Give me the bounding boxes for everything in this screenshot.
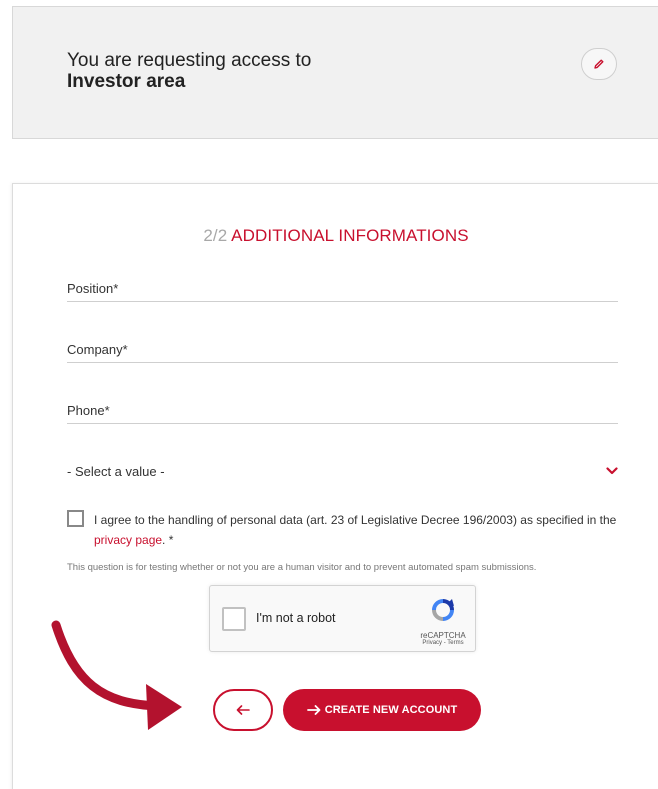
edit-area-button[interactable] xyxy=(581,48,617,80)
recaptcha-logo: reCAPTCHA Privacy - Terms xyxy=(420,595,466,646)
create-account-label: CREATE NEW ACCOUNT xyxy=(324,704,458,716)
recaptcha-icon xyxy=(432,599,454,621)
access-request-card: You are requesting access to Investor ar… xyxy=(12,6,658,139)
back-button[interactable] xyxy=(213,689,273,731)
recaptcha-label: I'm not a robot xyxy=(256,611,336,625)
access-request-area: Investor area xyxy=(67,71,186,92)
recaptcha-terms-link[interactable]: Privacy - Terms xyxy=(420,640,466,646)
consent-required-mark: . * xyxy=(162,533,174,547)
position-label: Position* xyxy=(67,281,119,296)
access-request-text: You are requesting access to Investor ar… xyxy=(67,50,311,92)
select-value: - Select a value - xyxy=(67,464,165,479)
privacy-consent-text: I agree to the handling of personal data… xyxy=(94,510,627,550)
consent-text-before: I agree to the handling of personal data… xyxy=(94,513,617,527)
create-account-button[interactable]: CREATE NEW ACCOUNT xyxy=(283,689,481,731)
phone-field[interactable]: Phone* xyxy=(67,403,618,424)
spam-note: This question is for testing whether or … xyxy=(67,562,537,573)
recaptcha-brand: reCAPTCHA xyxy=(420,631,466,640)
arrow-left-icon xyxy=(236,705,250,715)
step-heading: 2/2 ADDITIONAL INFORMATIONS xyxy=(13,226,658,246)
value-select[interactable]: - Select a value - xyxy=(67,464,618,482)
privacy-consent-checkbox[interactable] xyxy=(67,510,84,527)
position-field[interactable]: Position* xyxy=(67,281,618,302)
arrow-right-icon xyxy=(306,705,321,715)
recaptcha-checkbox[interactable] xyxy=(222,607,246,631)
company-label: Company* xyxy=(67,342,128,357)
chevron-down-icon xyxy=(606,467,618,475)
step-number: 2/2 xyxy=(203,226,228,245)
step-title: ADDITIONAL INFORMATIONS xyxy=(231,226,469,245)
company-field[interactable]: Company* xyxy=(67,342,618,363)
access-request-prefix: You are requesting access to xyxy=(67,50,312,71)
phone-label: Phone* xyxy=(67,403,110,418)
pencil-icon xyxy=(594,59,604,69)
privacy-page-link[interactable]: privacy page xyxy=(94,533,162,547)
registration-form: 2/2 ADDITIONAL INFORMATIONS Position* Co… xyxy=(12,183,658,789)
recaptcha-widget: I'm not a robot reCAPTCHA Privacy - Term… xyxy=(209,585,476,652)
